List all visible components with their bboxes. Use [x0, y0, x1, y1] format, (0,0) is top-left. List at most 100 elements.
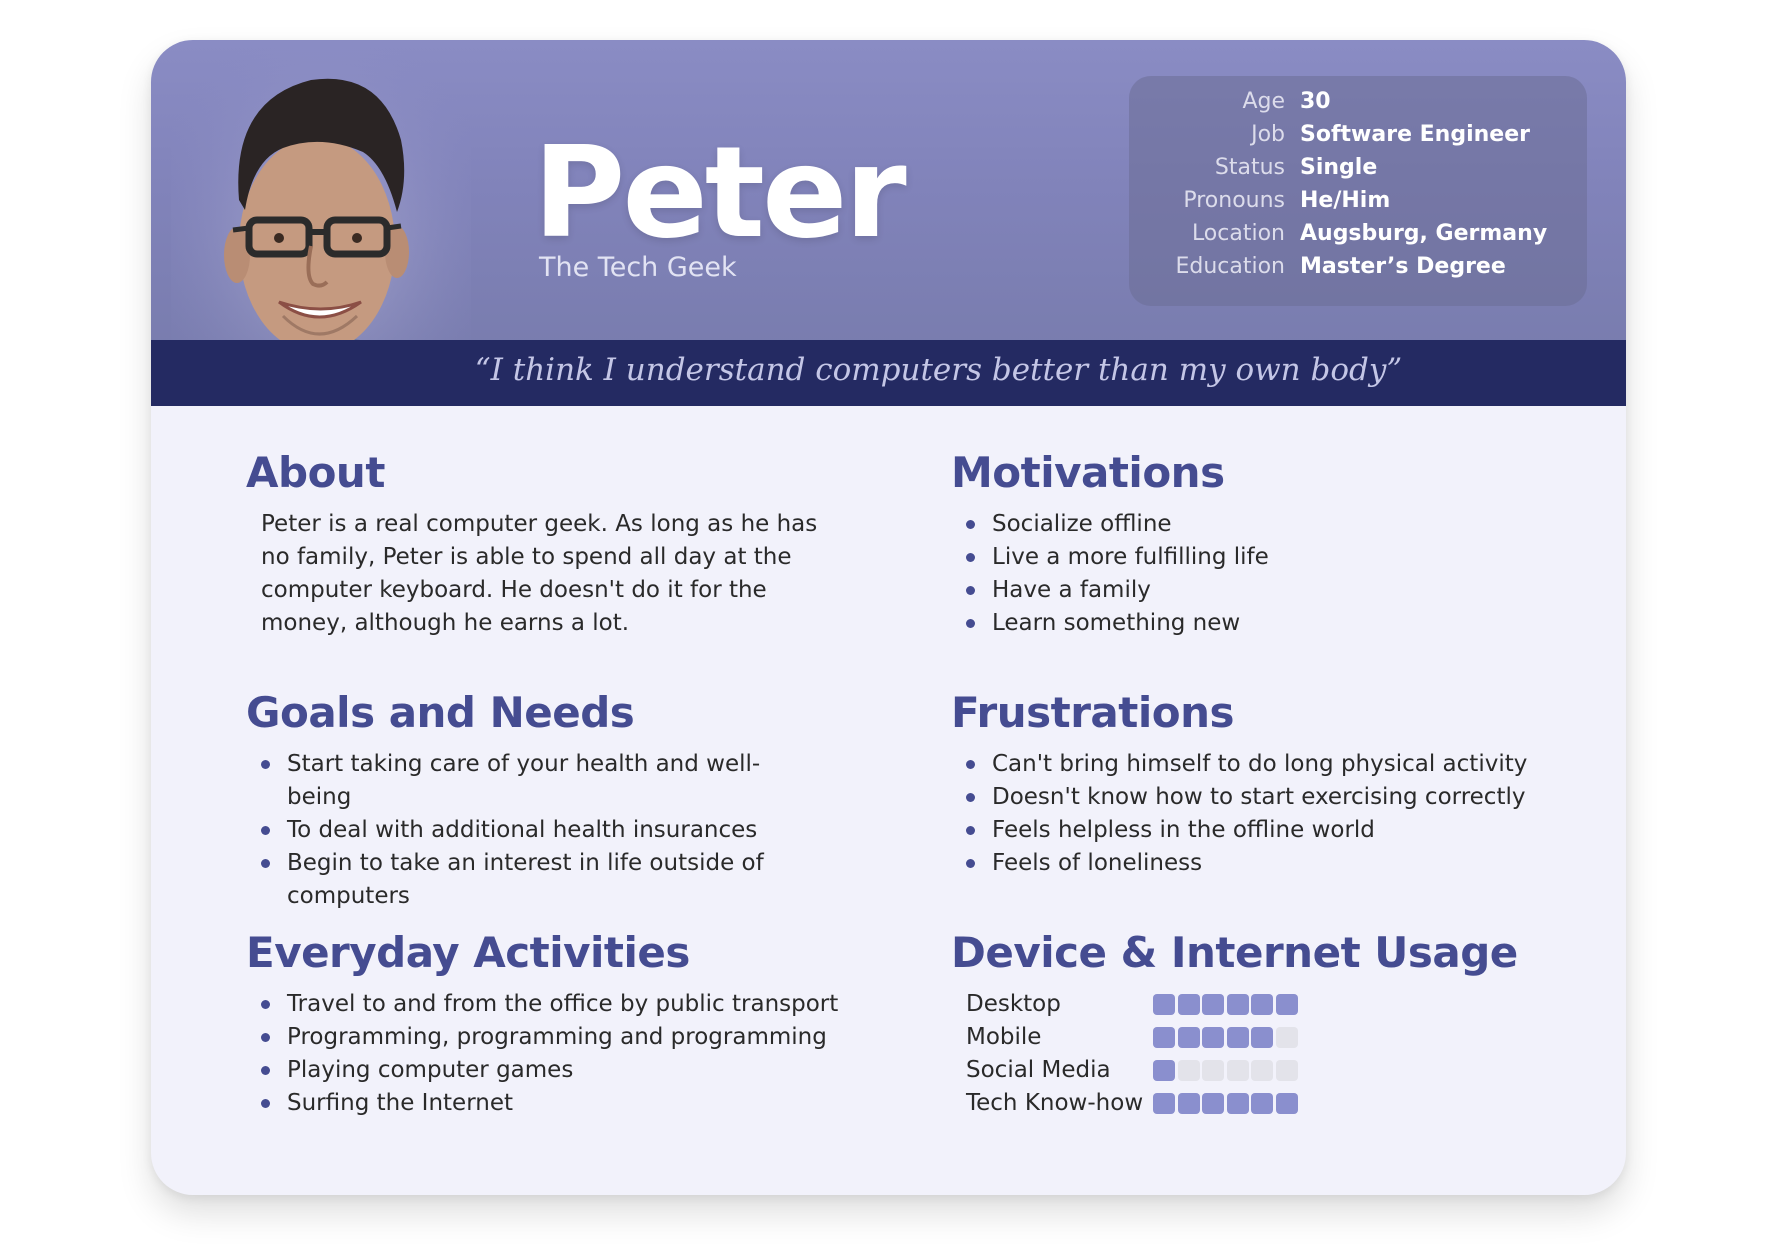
usage-segment-empty [1251, 1060, 1273, 1081]
usage-row: Mobile [966, 1021, 1346, 1054]
bullet-icon [966, 859, 975, 868]
list-item-text: Start taking care of your health and wel… [287, 751, 761, 810]
list-item: Travel to and from the office by public … [261, 988, 881, 1021]
list-item-text: Playing computer games [287, 1057, 574, 1083]
usage-segment-filled [1202, 1027, 1224, 1048]
usage-segment-filled [1153, 994, 1175, 1015]
bullet-icon [261, 859, 270, 868]
list-item-text: Programming, programming and programming [287, 1024, 827, 1050]
info-row-location: Location Augsburg, Germany [1129, 221, 1587, 253]
list-item: Start taking care of your health and wel… [261, 748, 821, 814]
list-item-text: Have a family [992, 577, 1151, 603]
usage-label: Tech Know-how [966, 1090, 1144, 1116]
bullet-icon [966, 826, 975, 835]
list-item-text: Learn something new [992, 610, 1241, 636]
usage-segment-filled [1226, 1093, 1249, 1114]
list-item-text: Can't bring himself to do long physical … [992, 751, 1528, 777]
usage-segment-filled [1153, 1093, 1175, 1114]
usage-label: Desktop [966, 991, 1061, 1017]
usage-segment-filled [1177, 1093, 1200, 1114]
info-value: Master’s Degree [1300, 254, 1506, 279]
list-item: Can't bring himself to do long physical … [966, 748, 1606, 781]
list-item-text: To deal with additional health insurance… [287, 817, 758, 843]
bullet-icon [261, 1099, 270, 1108]
list-item: Feels of loneliness [966, 847, 1606, 880]
goals-list: Start taking care of your health and wel… [261, 748, 821, 913]
frustrations-list: Can't bring himself to do long physical … [966, 748, 1606, 880]
usage-segment-filled [1153, 1027, 1175, 1048]
usage-segment-filled [1153, 1060, 1175, 1081]
list-item: Feels helpless in the offline world [966, 814, 1606, 847]
usage-segment-empty [1226, 1060, 1249, 1081]
info-row-job: Job Software Engineer [1129, 122, 1587, 154]
list-item-text: Live a more fulfilling life [992, 544, 1269, 570]
section-heading: About [246, 448, 385, 497]
section-heading: Everyday Activities [246, 928, 690, 977]
list-item: Have a family [966, 574, 1586, 607]
info-value: Single [1300, 155, 1378, 180]
usage-segment-filled [1275, 1093, 1298, 1114]
bullet-icon [261, 760, 270, 769]
motivations-section: Motivations Socialize offline Live a mor… [951, 448, 1269, 636]
persona-card: Peter The Tech Geek Age 30 Job Software … [151, 40, 1626, 1195]
goals-section: Goals and Needs Start taking care of you… [246, 688, 764, 909]
bullet-icon [261, 1000, 270, 1009]
info-label: Status [1214, 155, 1285, 180]
list-item-text: Feels of loneliness [992, 850, 1203, 876]
usage-segment-filled [1275, 994, 1298, 1015]
list-item-text: Begin to take an interest in life outsid… [287, 850, 764, 909]
quote-bar: “I think I understand computers better t… [151, 340, 1626, 406]
info-row-pronouns: Pronouns He/Him [1129, 188, 1587, 220]
list-item: Socialize offline [966, 508, 1586, 541]
info-label: Job [1251, 122, 1285, 147]
usage-section: Device & Internet Usage Desktop Mobile S… [951, 928, 1518, 1116]
list-item-text: Feels helpless in the offline world [992, 817, 1375, 843]
persona-name: Peter [533, 119, 907, 266]
list-item: Live a more fulfilling life [966, 541, 1586, 574]
about-section: About Peter is a real computer geek. As … [246, 448, 817, 636]
usage-label: Mobile [966, 1024, 1042, 1050]
usage-segment-filled [1177, 994, 1200, 1015]
info-panel: Age 30 Job Software Engineer Status Sing… [1129, 76, 1587, 306]
frustrations-section: Frustrations Can't bring himself to do l… [951, 688, 1527, 876]
bullet-icon [261, 1033, 270, 1042]
list-item: Programming, programming and programming [261, 1021, 881, 1054]
bullet-icon [966, 793, 975, 802]
usage-segment-filled [1251, 994, 1273, 1015]
usage-segment-filled [1251, 1093, 1273, 1114]
section-heading: Motivations [951, 448, 1225, 497]
usage-row: Tech Know-how [966, 1087, 1346, 1120]
info-label: Education [1175, 254, 1285, 279]
bullet-icon [966, 760, 975, 769]
persona-quote: “I think I understand computers better t… [474, 352, 1403, 388]
info-row-age: Age 30 [1129, 89, 1587, 121]
usage-row: Social Media [966, 1054, 1346, 1087]
list-item-text: Socialize offline [992, 511, 1172, 537]
info-value: He/Him [1300, 188, 1391, 213]
usage-segment-filled [1177, 1027, 1200, 1048]
list-item-text: Doesn't know how to start exercising cor… [992, 784, 1526, 810]
bullet-icon [261, 826, 270, 835]
list-item: Begin to take an interest in life outsid… [261, 847, 821, 913]
list-item-text: Surfing the Internet [287, 1090, 513, 1116]
usage-segment-empty [1202, 1060, 1224, 1081]
info-label: Pronouns [1183, 188, 1285, 213]
usage-label: Social Media [966, 1057, 1111, 1083]
usage-table: Desktop Mobile Social Media Tech Know-ho… [966, 988, 1346, 1120]
list-item: Learn something new [966, 607, 1586, 640]
info-value: Augsburg, Germany [1300, 221, 1548, 246]
usage-row: Desktop [966, 988, 1346, 1021]
persona-header: Peter The Tech Geek Age 30 Job Software … [151, 40, 1626, 406]
about-text: Peter is a real computer geek. As long a… [261, 511, 818, 636]
info-value: 30 [1300, 89, 1331, 114]
info-row-status: Status Single [1129, 155, 1587, 187]
persona-tagline: The Tech Geek [539, 252, 737, 283]
info-label: Location [1191, 221, 1285, 246]
list-item: Playing computer games [261, 1054, 881, 1087]
info-row-education: Education Master’s Degree [1129, 254, 1587, 286]
usage-segment-filled [1202, 994, 1224, 1015]
bullet-icon [966, 520, 975, 529]
usage-segment-empty [1275, 1060, 1298, 1081]
bullet-icon [261, 1066, 270, 1075]
usage-segment-filled [1251, 1027, 1273, 1048]
